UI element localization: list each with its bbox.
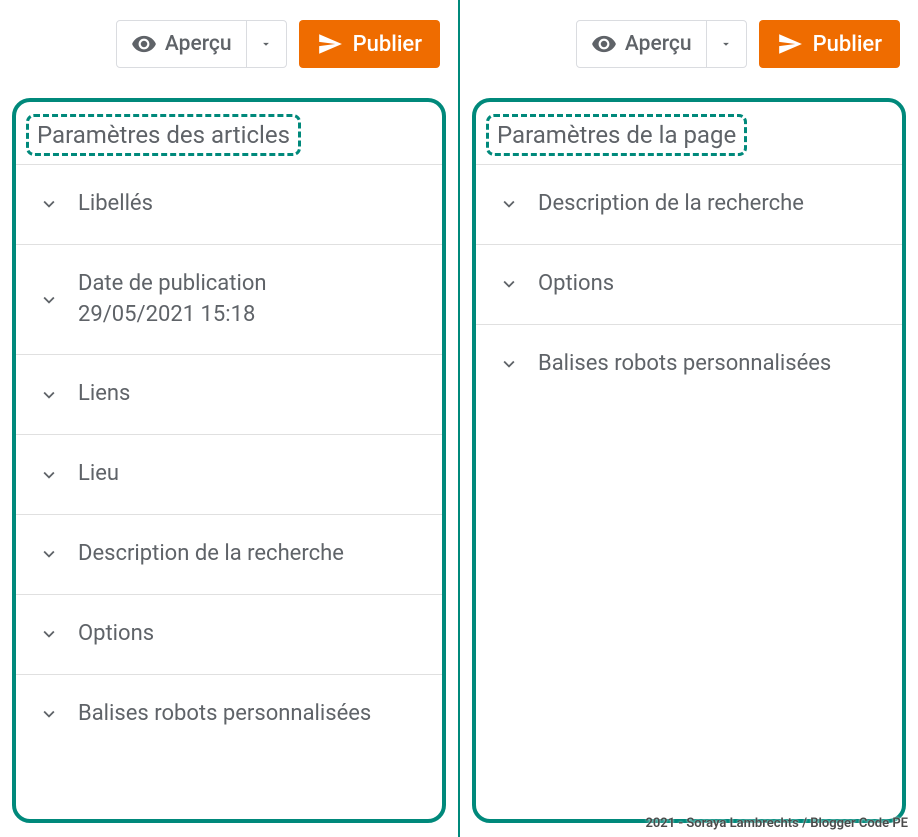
- panel-articles: Paramètres des articles Libellés Date de…: [12, 98, 446, 823]
- item-label: Balises robots personnalisées: [538, 349, 831, 380]
- preview-button[interactable]: Aperçu: [577, 21, 706, 67]
- credit-text: 2021 - Soraya Lambrechts / Blogger Code …: [645, 816, 908, 831]
- preview-button[interactable]: Aperçu: [117, 21, 246, 67]
- panel-title-articles: Paramètres des articles: [26, 114, 301, 156]
- preview-button-label: Aperçu: [165, 32, 232, 56]
- item-label: Options: [538, 269, 614, 300]
- item-robots-tags[interactable]: Balises robots personnalisées: [476, 324, 902, 404]
- item-label: Lieu: [78, 459, 119, 490]
- item-search-description[interactable]: Description de la recherche: [16, 514, 442, 594]
- publish-button[interactable]: Publier: [299, 20, 440, 68]
- chevron-down-icon: [498, 273, 520, 295]
- item-label: Description de la recherche: [538, 189, 804, 220]
- column-articles: Aperçu Publier Paramètres des articles: [0, 0, 458, 837]
- send-icon: [777, 31, 803, 57]
- send-icon: [317, 31, 343, 57]
- panel-page: Paramètres de la page Description de la …: [472, 98, 906, 823]
- item-label: Liens: [78, 379, 130, 410]
- item-label: Options: [78, 619, 154, 650]
- item-labels[interactable]: Libellés: [16, 164, 442, 244]
- preview-button-group: Aperçu: [116, 20, 287, 68]
- caret-down-icon: [719, 37, 733, 51]
- item-sublabel: 29/05/2021 15:18: [78, 300, 267, 331]
- preview-dropdown[interactable]: [246, 21, 286, 67]
- chevron-down-icon: [38, 623, 60, 645]
- item-options[interactable]: Options: [16, 594, 442, 674]
- item-search-description[interactable]: Description de la recherche: [476, 164, 902, 244]
- eye-icon: [131, 31, 157, 57]
- item-label: Libellés: [78, 189, 153, 220]
- caret-down-icon: [259, 37, 273, 51]
- toolbar: Aperçu Publier: [12, 20, 446, 68]
- publish-button[interactable]: Publier: [759, 20, 900, 68]
- chevron-down-icon: [38, 289, 60, 311]
- eye-icon: [591, 31, 617, 57]
- preview-dropdown[interactable]: [706, 21, 746, 67]
- preview-button-group: Aperçu: [576, 20, 747, 68]
- column-page: Aperçu Publier Paramètres de la page: [460, 0, 918, 837]
- toolbar: Aperçu Publier: [472, 20, 906, 68]
- item-publish-date[interactable]: Date de publication 29/05/2021 15:18: [16, 244, 442, 355]
- preview-button-label: Aperçu: [625, 32, 692, 56]
- chevron-down-icon: [498, 193, 520, 215]
- publish-button-label: Publier: [353, 32, 422, 57]
- chevron-down-icon: [38, 384, 60, 406]
- chevron-down-icon: [38, 193, 60, 215]
- item-label: Description de la recherche: [78, 539, 344, 570]
- chevron-down-icon: [498, 353, 520, 375]
- item-links[interactable]: Liens: [16, 354, 442, 434]
- chevron-down-icon: [38, 464, 60, 486]
- item-robots-tags[interactable]: Balises robots personnalisées: [16, 674, 442, 754]
- item-label: Balises robots personnalisées: [78, 699, 371, 730]
- publish-button-label: Publier: [813, 32, 882, 57]
- item-label: Date de publication: [78, 269, 267, 300]
- item-options[interactable]: Options: [476, 244, 902, 324]
- chevron-down-icon: [38, 703, 60, 725]
- item-location[interactable]: Lieu: [16, 434, 442, 514]
- chevron-down-icon: [38, 543, 60, 565]
- item-text-wrap: Date de publication 29/05/2021 15:18: [78, 269, 267, 331]
- panel-title-page: Paramètres de la page: [486, 114, 747, 156]
